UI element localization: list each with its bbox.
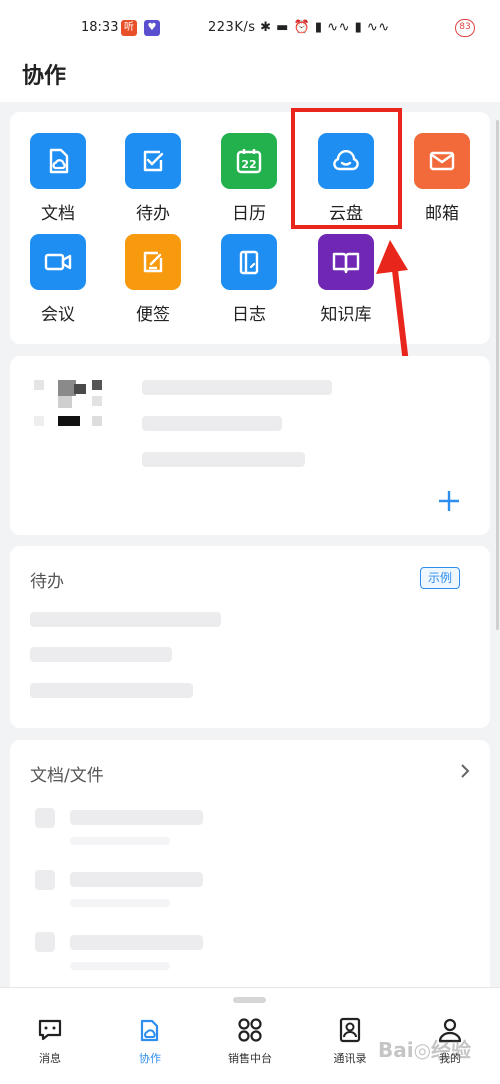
status-app-icon: ♥ [144,20,160,36]
skeleton-line [142,380,332,395]
app-label: 日历 [232,204,266,224]
status-badge: 听 [121,20,137,36]
skeleton-icon [35,870,55,890]
book-icon [318,234,374,290]
app-label: 待办 [136,204,170,224]
skeleton-line [70,810,203,825]
contacts-icon [339,1017,361,1043]
grid-icon [238,1018,262,1042]
skeleton-line [30,683,193,698]
watermark: Bai◎经验 [378,1038,472,1062]
skeleton-line [30,612,221,627]
profile-card [10,356,490,535]
skeleton-line [142,416,282,431]
skeleton-line [30,647,172,662]
app-calendar[interactable]: 22 日历 [209,133,289,228]
status-bar: 18:33 听 ♥ 223K/s ✱ ▬ ⏰ ▮ ∿∿ ▮ ∿∿ 83 [0,0,500,52]
chat-icon [38,1019,62,1041]
skeleton-line [70,935,203,950]
app-notes[interactable]: 便签 [113,234,193,329]
plus-icon[interactable] [436,488,462,514]
nav-item-messages[interactable]: 消息 [0,1016,100,1076]
scrollbar[interactable] [496,120,499,630]
journal-icon [221,234,277,290]
collab-icon [140,1019,159,1042]
drag-handle[interactable] [233,997,266,1003]
nav-item-sales[interactable]: 销售中台 [200,1016,300,1076]
page-title: 协作 [22,64,67,89]
nav-label: 协作 [139,1052,161,1065]
app-label: 日志 [232,305,266,325]
app-meeting[interactable]: 会议 [18,234,98,329]
skeleton-icon [35,932,55,952]
app-docs[interactable]: 文档 [18,133,98,228]
status-time: 18:33 [81,20,119,35]
doc-cloud-icon [30,133,86,189]
chevron-right-icon[interactable] [458,762,472,780]
pixelated-avatar [34,380,44,390]
app-label: 邮箱 [425,204,459,224]
battery-icon: 83 [455,19,475,37]
app-todo[interactable]: 待办 [113,133,193,228]
skeleton-line [70,872,203,887]
network-speed: 223K/s ✱ ▬ ⏰ ▮ ∿∿ ▮ ∿∿ [208,20,390,35]
calendar-icon: 22 [221,133,277,189]
video-icon [30,234,86,290]
app-label: 会议 [41,305,75,325]
nav-label: 销售中台 [228,1052,272,1065]
skeleton-line [142,452,305,467]
files-card-title: 文档/文件 [30,766,104,786]
mail-icon [414,133,470,189]
note-icon [125,234,181,290]
files-card: 文档/文件 [10,740,490,1000]
app-label: 文档 [41,204,75,224]
annotation-box [291,108,402,229]
checkbox-icon [125,133,181,189]
app-label: 便签 [136,305,170,325]
example-badge[interactable]: 示例 [420,567,460,589]
app-journal[interactable]: 日志 [209,234,289,329]
app-mail[interactable]: 邮箱 [402,133,482,228]
todo-card: 待办 [10,546,490,728]
nav-label: 消息 [39,1052,61,1065]
nav-item-collab[interactable]: 协作 [100,1016,200,1076]
todo-card-title: 待办 [30,572,64,592]
svg-text:22: 22 [241,158,256,171]
header: 协作 [0,52,500,102]
skeleton-icon [35,808,55,828]
